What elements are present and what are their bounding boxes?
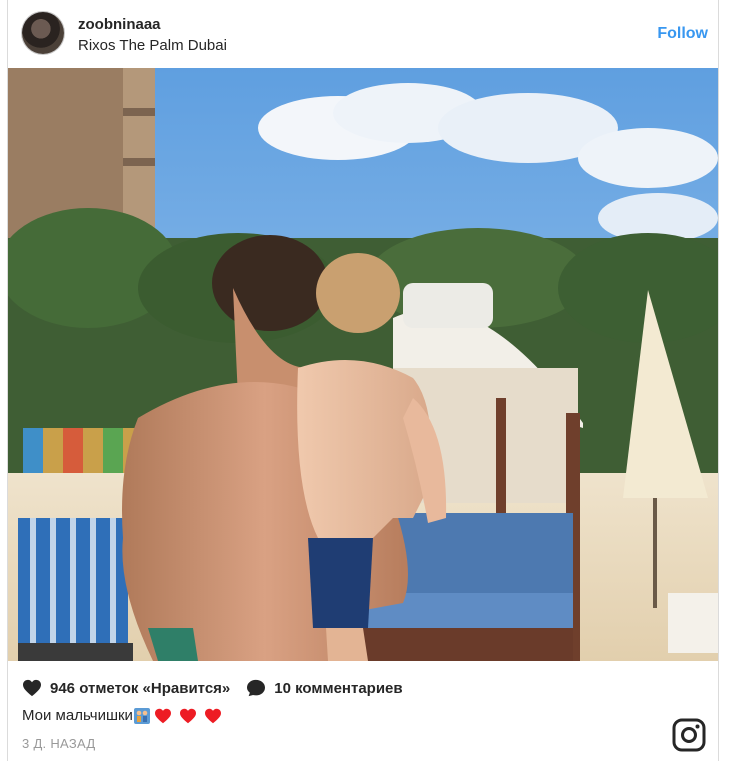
username[interactable]: zoobninaaa bbox=[78, 16, 161, 33]
beach-photo-illustration bbox=[8, 68, 718, 661]
post-header: zoobninaaa Rixos The Palm Dubai Follow bbox=[8, 0, 718, 68]
caption-text: Мои мальчишки bbox=[22, 707, 133, 724]
heart-icon[interactable] bbox=[22, 679, 42, 697]
likes-count[interactable]: 946 отметок «Нравится» bbox=[50, 680, 230, 697]
heart-icon bbox=[179, 708, 196, 723]
family-icon bbox=[133, 707, 150, 724]
post-timestamp[interactable]: 3 Д. НАЗАД bbox=[22, 736, 96, 751]
post-stats: 946 отметок «Нравится» 10 комментариев bbox=[22, 678, 403, 698]
heart-icon bbox=[154, 708, 171, 723]
caption: Мои мальчишки bbox=[22, 707, 222, 724]
heart-icon bbox=[204, 708, 221, 723]
instagram-embed-card: zoobninaaa Rixos The Palm Dubai Follow 9… bbox=[7, 0, 719, 761]
instagram-logo-icon[interactable] bbox=[672, 718, 706, 752]
post-footer: 946 отметок «Нравится» 10 комментариев М… bbox=[8, 661, 718, 761]
follow-button[interactable]: Follow bbox=[657, 25, 708, 43]
comments-count[interactable]: 10 комментариев bbox=[274, 680, 402, 697]
location-link[interactable]: Rixos The Palm Dubai bbox=[78, 37, 227, 54]
avatar[interactable] bbox=[22, 12, 64, 54]
speech-bubble-icon[interactable] bbox=[246, 679, 266, 697]
post-photo[interactable] bbox=[8, 68, 718, 661]
